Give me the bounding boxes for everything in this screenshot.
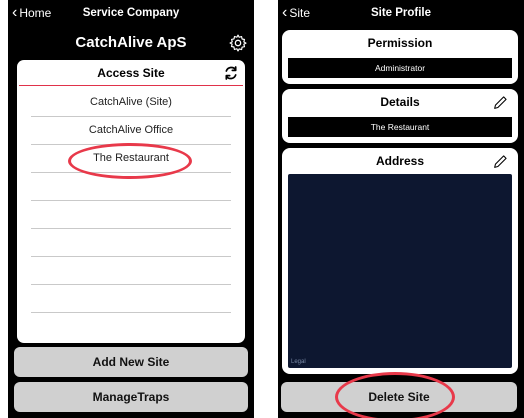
- add-new-site-label: Add New Site: [92, 355, 170, 369]
- details-value: The Restaurant: [288, 117, 512, 137]
- site-row[interactable]: CatchAlive (Site): [31, 88, 231, 117]
- nav-title: Service Company: [82, 7, 180, 19]
- permission-title: Permission: [367, 36, 433, 50]
- site-label: CatchAlive Office: [88, 124, 174, 136]
- address-title: Address: [375, 154, 425, 168]
- address-map[interactable]: Legal: [288, 174, 512, 368]
- site-row[interactable]: CatchAlive Office: [31, 116, 231, 145]
- company-name: CatchAlive ApS: [75, 34, 187, 51]
- details-section: Details The Restaurant: [282, 89, 518, 143]
- pencil-icon[interactable]: [492, 95, 508, 111]
- address-section: Address Legal: [282, 148, 518, 374]
- highlight-circle: [68, 143, 192, 179]
- gear-icon[interactable]: [228, 33, 248, 53]
- site-label: CatchAlive (Site): [90, 96, 172, 108]
- permission-value: Administrator: [288, 58, 512, 78]
- add-new-site-button[interactable]: Add New Site: [14, 347, 248, 377]
- manage-traps-label: ManageTraps: [92, 390, 170, 404]
- nav-bar: ‹ Site Site Profile: [278, 0, 524, 34]
- refresh-icon[interactable]: [223, 65, 239, 81]
- empty-row: [31, 200, 231, 229]
- nav-bar: ‹ Home Service Company: [8, 0, 254, 34]
- pencil-icon[interactable]: [492, 154, 508, 170]
- empty-row: [31, 256, 231, 285]
- service-company-screen: ‹ Home Service Company CatchAlive ApS Ac…: [8, 0, 254, 418]
- site-profile-screen: ‹ Site Site Profile Permission Administr…: [278, 0, 524, 418]
- highlight-circle: [335, 372, 455, 418]
- empty-row: [31, 284, 231, 313]
- permission-section: Permission Administrator: [282, 30, 518, 84]
- nav-title: Site Profile: [370, 7, 432, 19]
- access-site-card: Access Site CatchAlive (Site) CatchAlive…: [17, 60, 245, 343]
- header-divider: [19, 85, 243, 86]
- map-legal-link[interactable]: Legal: [291, 359, 306, 365]
- empty-row: [31, 312, 231, 340]
- empty-row: [31, 228, 231, 257]
- details-title: Details: [380, 95, 420, 109]
- manage-traps-button[interactable]: ManageTraps: [14, 382, 248, 412]
- access-site-header: Access Site: [97, 66, 165, 80]
